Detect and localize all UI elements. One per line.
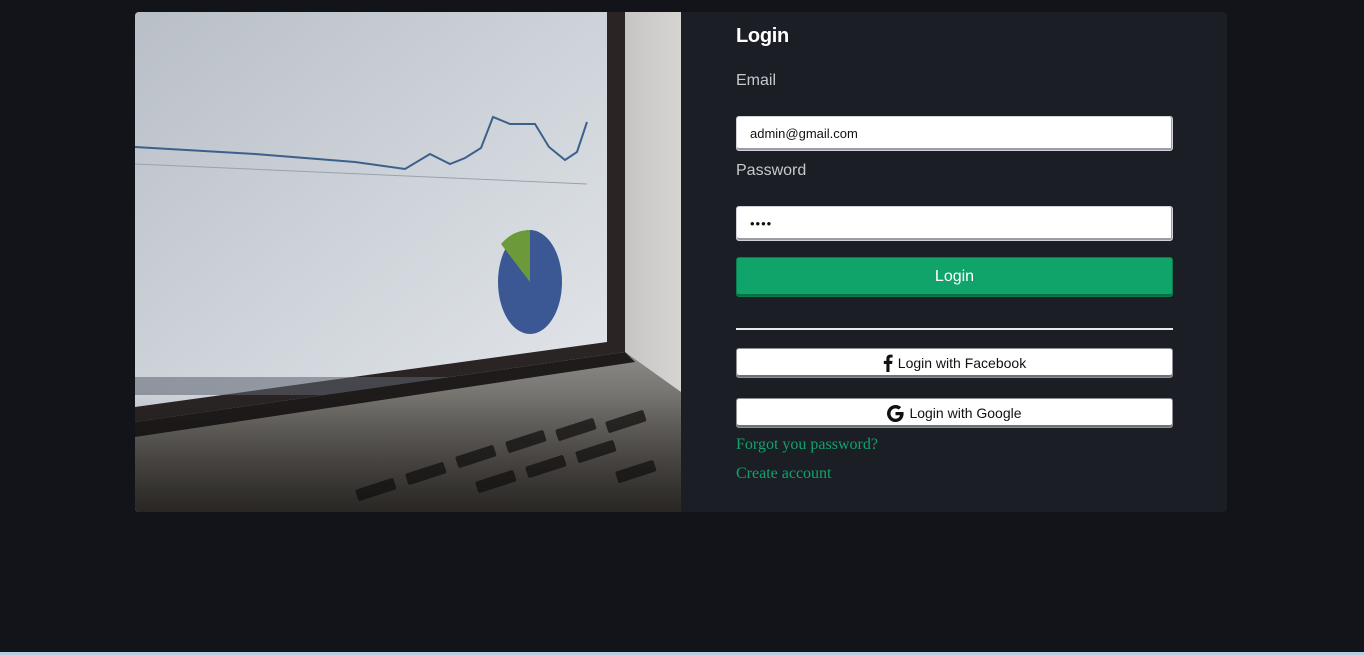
forgot-password-link[interactable]: Forgot you password?: [736, 436, 878, 454]
facebook-login-button[interactable]: Login with Facebook: [736, 348, 1173, 378]
login-button[interactable]: Login: [736, 257, 1173, 297]
password-field[interactable]: [736, 206, 1173, 241]
hero-laptop-photo: [135, 12, 681, 512]
login-form: Login Email Password Login Login with Fa…: [681, 12, 1227, 512]
create-account-link[interactable]: Create account: [736, 465, 832, 483]
facebook-icon: [883, 354, 893, 372]
google-icon: [887, 404, 905, 422]
divider: [736, 328, 1173, 330]
google-login-label: Login with Google: [909, 405, 1022, 421]
password-label: Password: [736, 162, 807, 179]
login-title: Login: [736, 25, 789, 47]
email-field[interactable]: [736, 116, 1173, 151]
login-card: Login Email Password Login Login with Fa…: [135, 12, 1227, 512]
email-label: Email: [736, 72, 777, 89]
google-login-button[interactable]: Login with Google: [736, 398, 1173, 428]
facebook-login-label: Login with Facebook: [897, 355, 1027, 371]
